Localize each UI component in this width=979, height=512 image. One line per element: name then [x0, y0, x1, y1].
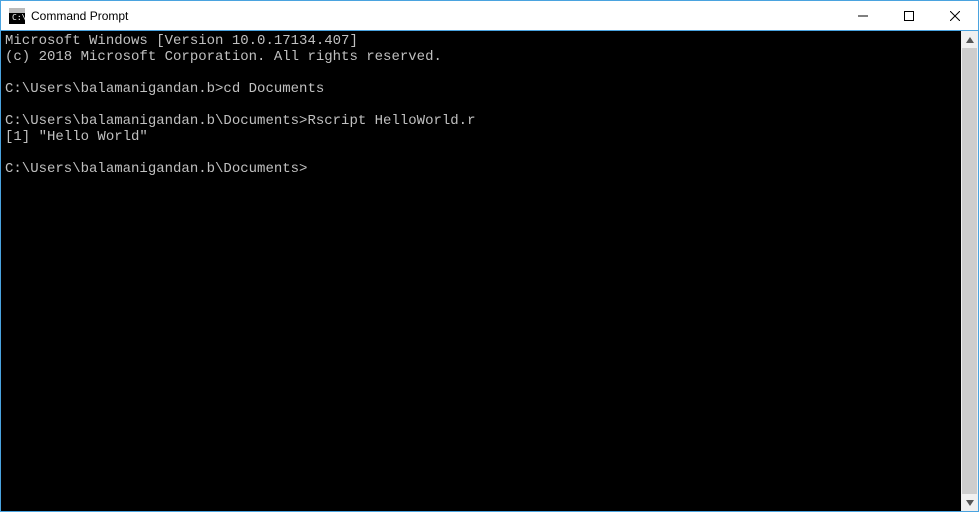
scroll-thumb[interactable]	[962, 48, 977, 494]
scroll-up-button[interactable]	[961, 31, 978, 48]
close-button[interactable]	[932, 1, 978, 30]
scroll-track[interactable]	[961, 48, 978, 494]
terminal-output[interactable]: Microsoft Windows [Version 10.0.17134.40…	[1, 31, 961, 511]
vertical-scrollbar[interactable]	[961, 31, 978, 511]
window-title: Command Prompt	[31, 9, 840, 23]
client-area: Microsoft Windows [Version 10.0.17134.40…	[1, 31, 978, 511]
command-prompt-window: C:\ Command Prompt Microsoft Windows [Ve…	[0, 0, 979, 512]
cmd-icon: C:\	[9, 8, 25, 24]
maximize-button[interactable]	[886, 1, 932, 30]
svg-text:C:\: C:\	[12, 13, 25, 22]
minimize-button[interactable]	[840, 1, 886, 30]
window-controls	[840, 1, 978, 30]
scroll-down-button[interactable]	[961, 494, 978, 511]
titlebar[interactable]: C:\ Command Prompt	[1, 1, 978, 31]
